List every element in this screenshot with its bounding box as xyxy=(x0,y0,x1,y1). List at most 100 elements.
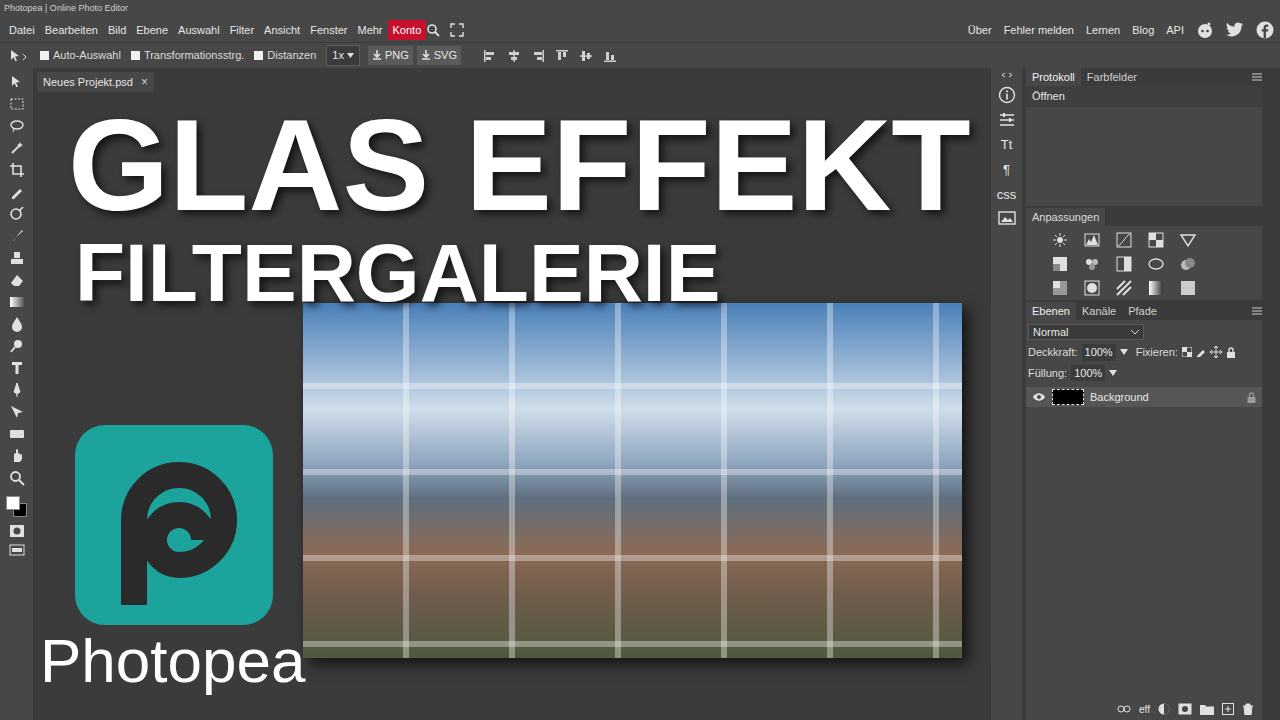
opacity-field[interactable]: 100% xyxy=(1082,344,1116,361)
menu-item[interactable]: Ansicht xyxy=(259,22,305,39)
menu-item[interactable]: Mehr xyxy=(352,22,387,39)
close-tab-button[interactable]: × xyxy=(141,73,148,91)
option-checkbox[interactable]: Transformationsstrg. xyxy=(131,47,244,64)
top-link[interactable]: Über xyxy=(968,22,992,39)
photo-filter-icon[interactable] xyxy=(1148,256,1164,272)
panel-tab[interactable]: Protokoll xyxy=(1026,68,1081,86)
curves-icon[interactable] xyxy=(1116,232,1132,248)
stamp-icon[interactable] xyxy=(9,250,25,266)
eyedropper-icon[interactable] xyxy=(9,184,25,200)
healing-icon[interactable] xyxy=(9,206,25,222)
menu-item[interactable]: Fenster xyxy=(305,22,352,39)
top-link[interactable]: Blog xyxy=(1132,22,1154,39)
brush-icon[interactable] xyxy=(9,228,25,244)
color-balance-icon[interactable] xyxy=(1084,256,1100,272)
collapse-icon[interactable] xyxy=(1001,72,1013,78)
blend-mode-select[interactable]: Normal xyxy=(1028,324,1144,340)
menu-item[interactable]: Filter xyxy=(225,22,259,39)
panel-tab[interactable]: Kanäle xyxy=(1076,302,1122,320)
opacity-dropdown-icon[interactable] xyxy=(1120,349,1128,355)
levels-icon[interactable] xyxy=(1084,232,1100,248)
adjustments-tab[interactable]: Anpassungen xyxy=(1026,208,1105,226)
gradient-icon[interactable] xyxy=(9,294,25,310)
mask-icon[interactable] xyxy=(1178,703,1192,715)
panel-menu-icon[interactable] xyxy=(1252,73,1262,81)
magic-wand-icon[interactable] xyxy=(9,140,25,156)
new-layer-icon[interactable] xyxy=(1222,703,1234,715)
fill-dropdown-icon[interactable] xyxy=(1109,370,1117,376)
menu-item[interactable]: Datei xyxy=(4,22,40,39)
image-panel-icon[interactable] xyxy=(998,211,1016,225)
account-button[interactable]: Konto xyxy=(388,20,427,41)
selective-color-icon[interactable] xyxy=(1180,280,1196,296)
hand-icon[interactable] xyxy=(9,448,25,464)
channel-mixer-icon[interactable] xyxy=(1180,256,1196,272)
folder-icon[interactable] xyxy=(1200,703,1214,715)
exposure-icon[interactable] xyxy=(1148,232,1164,248)
lock-all-icon[interactable] xyxy=(1226,347,1236,358)
lock-pixels-icon[interactable] xyxy=(1182,347,1192,357)
hue-icon[interactable] xyxy=(1052,256,1068,272)
checkbox[interactable] xyxy=(40,51,49,60)
panel-tab[interactable]: Farbfelder xyxy=(1081,68,1143,86)
menu-item[interactable]: Auswahl xyxy=(173,22,225,39)
eraser-icon[interactable] xyxy=(9,272,25,288)
twitter-icon[interactable] xyxy=(1226,22,1244,38)
black-white-icon[interactable] xyxy=(1116,256,1132,272)
text-panel-icon[interactable]: Tt xyxy=(1001,136,1013,153)
dodge-icon[interactable] xyxy=(9,338,25,354)
path-select-icon[interactable] xyxy=(9,404,25,420)
checkbox[interactable] xyxy=(254,51,263,60)
align-top-icon[interactable] xyxy=(555,49,569,63)
fullscreen-icon[interactable] xyxy=(440,23,464,37)
posterize-icon[interactable] xyxy=(1084,280,1100,296)
top-link[interactable]: Fehler melden xyxy=(1004,22,1074,39)
info-icon[interactable] xyxy=(998,86,1016,104)
blur-icon[interactable] xyxy=(9,316,25,332)
document-tab[interactable]: Neues Projekt.psd× xyxy=(37,72,154,92)
export-button[interactable]: SVG xyxy=(417,46,461,65)
history-item[interactable]: Öffnen xyxy=(1026,86,1262,107)
lock-move-icon[interactable] xyxy=(1210,346,1222,358)
text-panel-icon[interactable]: ¶ xyxy=(1003,161,1010,178)
option-checkbox[interactable]: Auto-Auswahl xyxy=(40,47,121,64)
color-swatches[interactable] xyxy=(5,496,29,518)
panel-tab[interactable]: Ebenen xyxy=(1026,302,1076,320)
properties-icon[interactable] xyxy=(998,112,1016,128)
pen-icon[interactable] xyxy=(9,382,25,398)
align-left-icon[interactable] xyxy=(483,49,497,63)
menu-item[interactable]: Bearbeiten xyxy=(40,22,103,39)
crop-icon[interactable] xyxy=(9,162,25,178)
top-link[interactable]: API xyxy=(1166,22,1184,39)
gradient-map-icon[interactable] xyxy=(1148,280,1164,296)
facebook-icon[interactable] xyxy=(1256,21,1274,39)
top-link[interactable]: Lernen xyxy=(1086,22,1120,39)
trash-icon[interactable] xyxy=(1242,703,1254,715)
export-button[interactable]: PNG xyxy=(368,46,413,65)
layer-name[interactable]: Background xyxy=(1090,389,1241,406)
move-icon[interactable] xyxy=(9,74,25,90)
align-bottom-icon[interactable] xyxy=(603,49,617,63)
link-icon[interactable] xyxy=(1117,705,1131,713)
vibrance-icon[interactable] xyxy=(1180,232,1196,248)
fill-field[interactable]: 100% xyxy=(1071,365,1105,382)
screen-mode-icon[interactable] xyxy=(9,544,25,556)
quick-mask-icon[interactable] xyxy=(9,524,25,538)
brightness-icon[interactable] xyxy=(1052,232,1068,248)
zoom-select[interactable]: 1x xyxy=(326,45,360,66)
option-checkbox[interactable]: Distanzen xyxy=(254,47,316,64)
text-panel-icon[interactable]: css xyxy=(997,186,1017,203)
panel-tab[interactable]: Pfade xyxy=(1122,302,1163,320)
menu-item[interactable]: Bild xyxy=(103,22,131,39)
zoom-icon[interactable] xyxy=(9,470,25,486)
lock-paint-icon[interactable] xyxy=(1196,347,1206,357)
align-center-icon[interactable] xyxy=(507,49,521,63)
panel-menu-icon[interactable] xyxy=(1252,307,1262,315)
reddit-icon[interactable] xyxy=(1196,21,1214,39)
effects-button[interactable]: eff xyxy=(1139,702,1150,717)
shape-icon[interactable] xyxy=(9,426,25,442)
marquee-icon[interactable] xyxy=(9,96,25,112)
adjustment-layer-icon[interactable] xyxy=(1158,703,1170,715)
search-icon[interactable] xyxy=(426,23,440,37)
eye-icon[interactable] xyxy=(1032,392,1046,402)
